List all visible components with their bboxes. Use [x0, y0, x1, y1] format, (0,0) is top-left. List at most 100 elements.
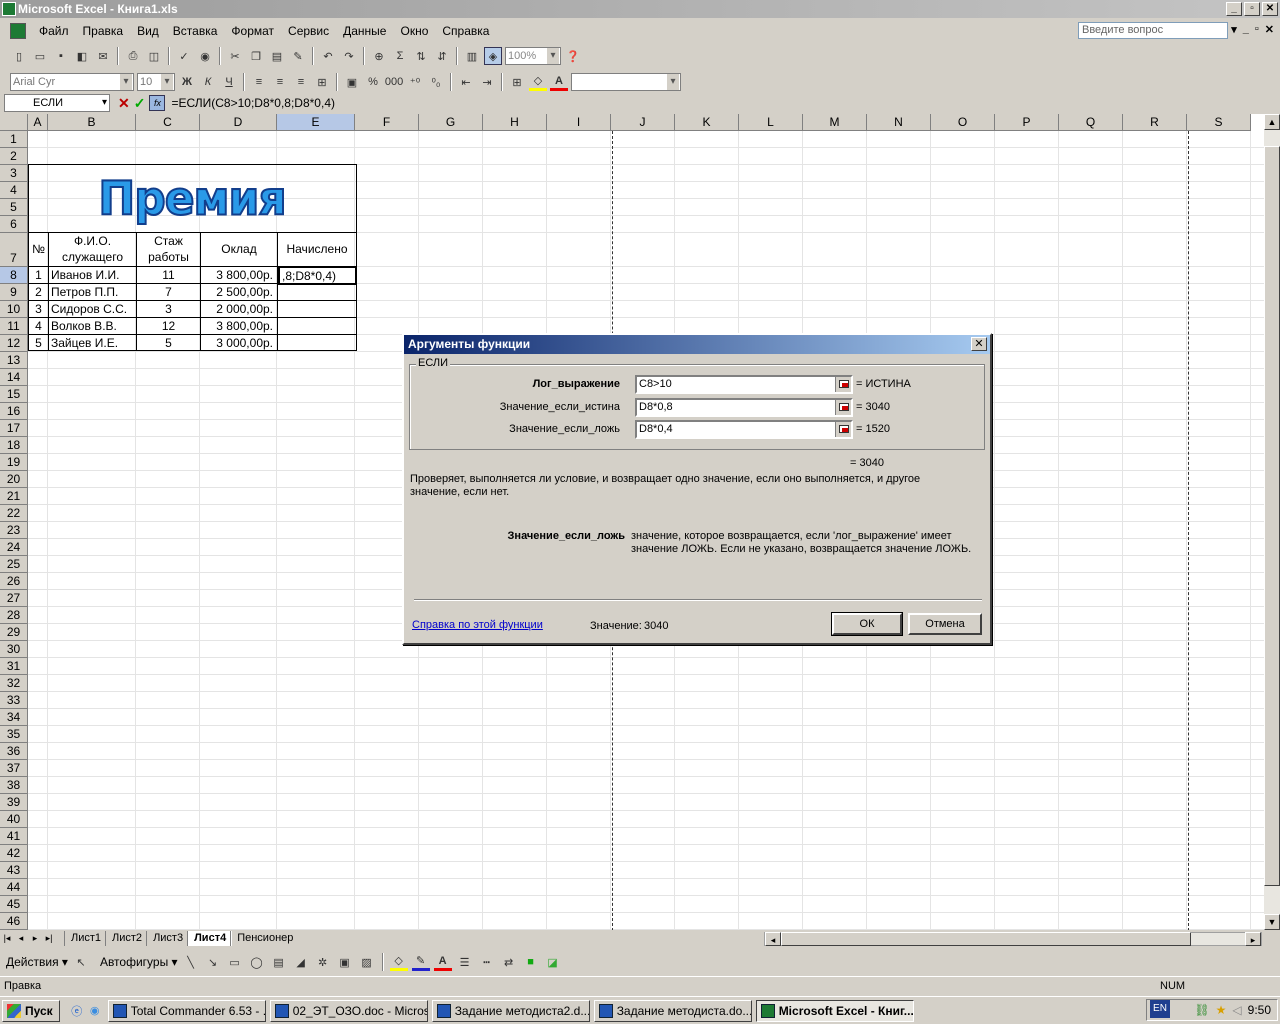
task-word-doc1[interactable]: 02_ЭТ_ОЗО.doc - Micros... [269, 999, 428, 1022]
font-color-icon[interactable]: A [433, 953, 452, 971]
row-header[interactable]: 19 [0, 454, 28, 471]
row-header[interactable]: 39 [0, 794, 28, 811]
undo-icon[interactable]: ↶ [319, 47, 337, 65]
oval-icon[interactable]: ◯ [248, 953, 266, 971]
merge-center-icon[interactable]: ⊞ [313, 73, 331, 91]
horizontal-scrollbar[interactable]: ◂ ▸ [764, 932, 1262, 946]
row-header[interactable]: 13 [0, 352, 28, 369]
comma-style-icon[interactable]: 000 [385, 73, 403, 91]
row-header[interactable]: 1 [0, 131, 28, 148]
column-header[interactable]: E [277, 114, 355, 131]
style-select[interactable] [571, 73, 681, 91]
menu-view[interactable]: Вид [130, 21, 166, 41]
currency-icon[interactable]: ▣ [343, 73, 361, 91]
bold-icon[interactable]: Ж [178, 73, 196, 91]
row-header[interactable]: 2 [0, 148, 28, 165]
row-header[interactable]: 33 [0, 692, 28, 709]
column-header[interactable]: M [803, 114, 867, 131]
textbox-icon[interactable]: ▤ [270, 953, 288, 971]
tab-sheet4[interactable]: Лист4 [187, 931, 233, 946]
row-header[interactable]: 28 [0, 607, 28, 624]
cell-num[interactable]: 4 [29, 318, 49, 335]
arrow-icon[interactable]: ↘ [204, 953, 222, 971]
spelling-icon[interactable]: ✓ [175, 47, 193, 65]
line-icon[interactable]: ╲ [182, 953, 200, 971]
menu-file[interactable]: Файл [32, 21, 76, 41]
enter-formula-icon[interactable]: ✓ [134, 95, 146, 112]
line-color-icon[interactable]: ✎ [411, 953, 430, 971]
row-header[interactable]: 11 [0, 318, 28, 335]
row-header[interactable]: 20 [0, 471, 28, 488]
row-header[interactable]: 9 [0, 284, 28, 301]
arg-input-value-if-true[interactable]: D8*0,8 [635, 398, 853, 417]
column-header[interactable]: F [355, 114, 419, 131]
row-header[interactable]: 31 [0, 658, 28, 675]
row-header[interactable]: 41 [0, 828, 28, 845]
cell-accrued[interactable] [278, 301, 356, 318]
row-header[interactable]: 21 [0, 488, 28, 505]
menu-window[interactable]: Окно [393, 21, 435, 41]
picture-icon[interactable]: ▨ [358, 953, 376, 971]
row-header[interactable]: 5 [0, 199, 28, 216]
menu-format[interactable]: Формат [224, 21, 281, 41]
row-header[interactable]: 22 [0, 505, 28, 522]
collapse-dialog-icon[interactable] [835, 377, 851, 392]
open-icon[interactable]: ▭ [31, 47, 49, 65]
formula-input[interactable]: =ЕСЛИ(C8>10;D8*0,8;D8*0,4) [171, 96, 335, 110]
font-select[interactable]: Arial Cyr [10, 73, 134, 91]
menu-insert[interactable]: Вставка [166, 21, 225, 41]
last-sheet-icon[interactable]: ▸| [42, 933, 56, 944]
redo-icon[interactable]: ↷ [340, 47, 358, 65]
row-header[interactable]: 25 [0, 556, 28, 573]
cell-num[interactable]: 3 [29, 301, 49, 318]
cell-accrued[interactable] [278, 335, 356, 351]
doc-close-button[interactable]: ✕ [1265, 23, 1274, 36]
row-header[interactable]: 37 [0, 760, 28, 777]
column-header[interactable]: S [1187, 114, 1251, 131]
cell-name[interactable]: Петров П.П. [49, 284, 137, 301]
scroll-down-icon[interactable]: ▼ [1264, 914, 1280, 930]
arrow-style-icon[interactable]: ⇄ [500, 953, 518, 971]
cell-name[interactable]: Зайцев И.Е. [49, 335, 137, 351]
cell-salary[interactable]: 2 000,00р. [201, 301, 278, 318]
document-icon[interactable] [10, 23, 26, 39]
row-header[interactable]: 35 [0, 726, 28, 743]
scroll-up-icon[interactable]: ▲ [1264, 114, 1280, 130]
row-header[interactable]: 3 [0, 165, 28, 182]
first-sheet-icon[interactable]: |◂ [0, 933, 14, 944]
wordart-icon[interactable]: ◢ [292, 953, 310, 971]
paste-icon[interactable]: ▤ [268, 47, 286, 65]
minimize-button[interactable]: _ [1226, 2, 1242, 16]
decrease-indent-icon[interactable]: ⇤ [457, 73, 475, 91]
row-header[interactable]: 10 [0, 301, 28, 318]
research-icon[interactable]: ◉ [196, 47, 214, 65]
column-header[interactable]: I [547, 114, 611, 131]
increase-decimal-icon[interactable]: ⁺⁰ [406, 73, 424, 91]
row-header[interactable]: 46 [0, 913, 28, 930]
close-button[interactable]: ✕ [1262, 2, 1278, 16]
collapse-dialog-icon[interactable] [835, 400, 851, 415]
save-icon[interactable]: ▪ [52, 47, 70, 65]
column-header[interactable]: J [611, 114, 675, 131]
cancel-button[interactable]: Отмена [908, 613, 982, 635]
row-header[interactable]: 32 [0, 675, 28, 692]
autoshapes-menu[interactable]: Автофигуры ▾ [100, 955, 178, 969]
function-help-link[interactable]: Справка по этой функции [412, 619, 543, 631]
ok-button[interactable]: ОК [831, 612, 903, 636]
autosum-icon[interactable]: Σ [391, 47, 409, 65]
row-header[interactable]: 24 [0, 539, 28, 556]
new-icon[interactable]: ▯ [10, 47, 28, 65]
cancel-formula-icon[interactable]: ✕ [118, 95, 130, 112]
cell-accrued-active[interactable]: ,8;D8*0,4) [278, 266, 357, 285]
tab-sheet2[interactable]: Лист2 [105, 931, 148, 946]
doc-minimize-button[interactable]: _ [1243, 23, 1249, 36]
row-header[interactable]: 27 [0, 590, 28, 607]
row-header[interactable]: 23 [0, 522, 28, 539]
copy-icon[interactable]: ❐ [247, 47, 265, 65]
actions-menu[interactable]: Действия ▾ [6, 955, 68, 969]
select-objects-icon[interactable]: ↖ [72, 953, 90, 971]
menu-edit[interactable]: Правка [76, 21, 131, 41]
cell-salary[interactable]: 3 800,00р. [201, 318, 278, 335]
drawing-icon[interactable]: ◈ [484, 47, 502, 65]
column-header[interactable]: Q [1059, 114, 1123, 131]
